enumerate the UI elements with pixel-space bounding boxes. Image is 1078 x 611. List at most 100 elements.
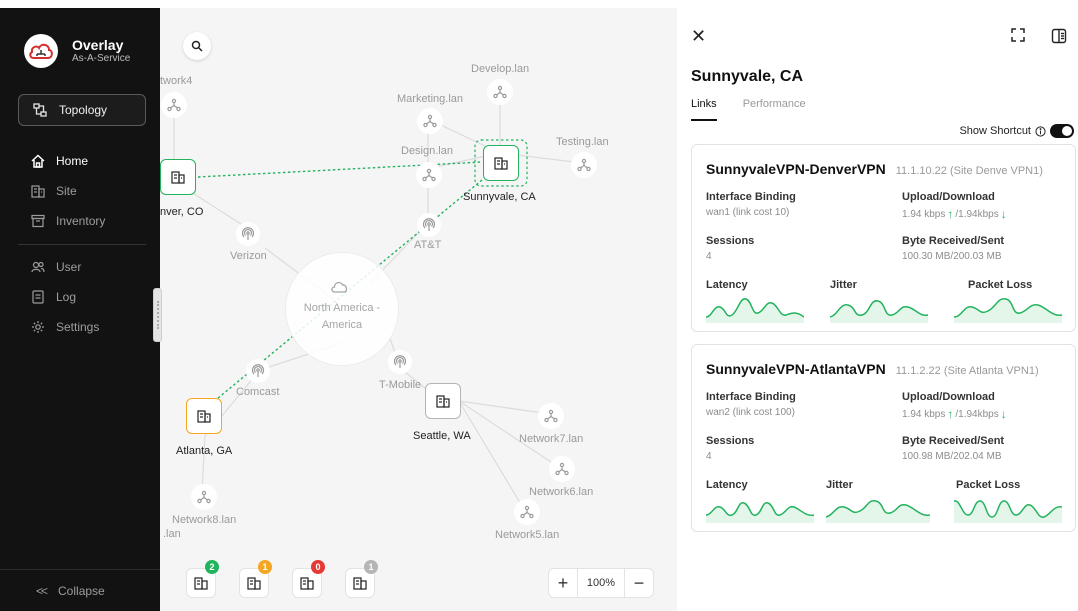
site-node-seattle[interactable] (425, 383, 461, 419)
sidebar-item-home[interactable]: Home (0, 146, 160, 176)
zoom-level: 100% (577, 569, 625, 597)
lan-node[interactable] (191, 484, 217, 510)
cloud-icon (331, 281, 348, 293)
latency-sparkline (706, 298, 804, 323)
link-ip: 11.1.2.22 (Site Atlanta VPN1) (895, 365, 1039, 377)
home-icon (30, 153, 46, 169)
map-search-button[interactable] (183, 32, 211, 60)
sessions-value: 4 (706, 451, 712, 462)
building-icon (247, 577, 261, 590)
collapse-button[interactable]: << Collapse (0, 569, 160, 611)
isp-node[interactable] (236, 222, 260, 246)
lan-label: Marketing.lan (397, 93, 464, 105)
link-card[interactable]: SunnyvaleVPN-AtlantaVPN 11.1.2.22 (Site … (691, 344, 1076, 532)
network-icon (555, 462, 569, 476)
sidebar-item-settings[interactable]: Settings (0, 312, 160, 342)
site-filter-warning[interactable]: 1 (239, 560, 272, 598)
site-filter-offline[interactable]: 1 (345, 560, 378, 598)
site-filter-healthy[interactable]: 2 (186, 560, 219, 598)
close-icon[interactable]: ✕ (691, 26, 706, 47)
lan-label: Develop.lan (471, 63, 530, 75)
site-label: Sunnyvale, CA (463, 191, 536, 203)
site-label: nver, CO (160, 206, 204, 218)
sidebar-item-inventory[interactable]: Inventory (0, 206, 160, 236)
building-icon (494, 157, 508, 170)
count-badge: 1 (364, 560, 378, 574)
site-filter-error[interactable]: 0 (292, 560, 325, 598)
link-card[interactable]: SunnyvaleVPN-DenverVPN 11.1.10.22 (Site … (691, 144, 1076, 332)
network-icon (197, 490, 211, 504)
split-view-icon[interactable] (1051, 28, 1067, 49)
site-label: Seattle, WA (413, 430, 471, 442)
download-value: /1.94kbps (955, 408, 999, 420)
isp-node[interactable] (246, 359, 270, 383)
topology-button[interactable]: Topology (18, 94, 146, 126)
brand-title: Overlay (72, 36, 124, 53)
lan-node[interactable] (416, 162, 442, 188)
tab-performance[interactable]: Performance (743, 98, 806, 121)
lan-label: Design.lan (401, 145, 453, 157)
lan-node[interactable] (161, 92, 187, 118)
panel-tabs: Links Performance (691, 98, 832, 121)
sidebar: Overlay As-A-Service Topology Home Site (0, 0, 160, 611)
sidebar-resize-handle[interactable] (153, 288, 162, 342)
site-node-denver[interactable] (160, 159, 196, 195)
lan-label: .lan (163, 528, 181, 540)
site-node-sunnyvale[interactable] (483, 145, 519, 181)
sidebar-item-log[interactable]: Log (0, 282, 160, 312)
jitter-metric: Jitter (826, 479, 930, 523)
topology-icon (33, 103, 49, 117)
jitter-metric: Jitter (830, 279, 928, 323)
building-icon (30, 183, 46, 199)
interface-binding-label: Interface Binding (706, 391, 796, 403)
isp-node[interactable] (388, 350, 412, 374)
arrow-down-icon: ↓ (1000, 407, 1007, 421)
fullscreen-icon[interactable] (1011, 28, 1025, 47)
bytes: Byte Received/Sent 100.98 MB/202.04 MB (902, 435, 1004, 462)
packet-loss-label: Packet Loss (956, 479, 1021, 491)
primary-nav: Home Site Inventory (0, 146, 160, 236)
sidebar-item-site[interactable]: Site (0, 176, 160, 206)
lan-label: Network5.lan (495, 529, 560, 541)
isp-node[interactable] (417, 213, 441, 237)
tab-links[interactable]: Links (691, 98, 717, 121)
latency-label: Latency (706, 279, 748, 291)
bytes-label: Byte Received/Sent (902, 435, 1005, 447)
search-icon (191, 40, 203, 52)
lan-label: Network7.lan (519, 433, 584, 445)
bytes-value: 100.98 MB/202.04 MB (902, 451, 1002, 462)
zoom-out-button[interactable]: − (625, 569, 653, 597)
latency-metric: Latency (706, 279, 804, 323)
antenna-icon (422, 218, 436, 231)
nav-divider (18, 244, 146, 245)
interface-binding: Interface Binding wan1 (link cost 10) (706, 191, 796, 218)
topology-map[interactable]: North America - America twork4 Develop.l… (160, 8, 677, 611)
lan-node[interactable] (514, 499, 540, 525)
arrow-up-icon: ↑ (947, 207, 954, 221)
users-icon (30, 259, 46, 275)
upload-value: 1.94 kbps (902, 208, 946, 220)
site-node-atlanta[interactable] (186, 398, 222, 434)
sessions-label: Sessions (706, 235, 755, 247)
upload-download: Upload/Download 1.94 kbps ↑ /1.94kbps ↓ (902, 191, 1007, 221)
lan-node[interactable] (538, 403, 564, 429)
lan-node[interactable] (487, 79, 513, 105)
lan-node[interactable] (417, 108, 443, 134)
lan-label: Network8.lan (172, 514, 237, 526)
lan-node[interactable] (571, 152, 597, 178)
zoom-in-button[interactable]: + (549, 569, 577, 597)
link-name: SunnyvaleVPN-DenverVPN (706, 161, 886, 177)
packet-loss-sparkline (954, 500, 1062, 523)
upload-download-label: Upload/Download (902, 391, 995, 403)
info-icon[interactable] (1035, 125, 1046, 137)
sidebar-item-label: Settings (56, 320, 100, 334)
building-icon (171, 171, 185, 184)
zoom-control: + 100% − (548, 568, 654, 598)
lan-node[interactable] (549, 456, 575, 482)
sidebar-item-user[interactable]: User (0, 252, 160, 282)
brand-subtitle: As-A-Service (72, 53, 131, 65)
building-icon (353, 577, 367, 590)
sidebar-item-label: Home (56, 154, 89, 168)
building-icon (197, 410, 211, 423)
show-shortcut-toggle[interactable] (1050, 124, 1074, 138)
